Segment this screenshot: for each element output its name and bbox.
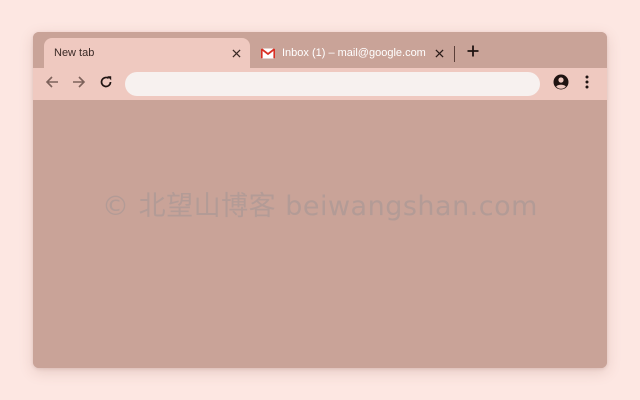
tab-divider <box>454 46 455 62</box>
close-icon[interactable] <box>431 45 447 61</box>
arrow-right-icon <box>72 75 86 94</box>
tab-title: Inbox (1) – mail@google.com <box>282 47 426 59</box>
page-content: © 北望山博客 beiwangshan.com <box>33 100 607 368</box>
profile-button[interactable] <box>551 74 571 94</box>
more-vert-icon <box>585 75 589 94</box>
omnibox-input[interactable] <box>125 72 540 96</box>
arrow-left-icon <box>45 75 59 94</box>
account-circle-icon <box>553 74 569 95</box>
plus-icon <box>467 44 479 62</box>
toolbar <box>33 68 607 100</box>
forward-button[interactable] <box>69 74 89 94</box>
gmail-icon <box>261 47 275 59</box>
tab-title: New tab <box>54 47 95 59</box>
tab-new-tab[interactable]: New tab <box>44 38 250 68</box>
watermark-text: © 北望山博客 beiwangshan.com <box>102 191 538 222</box>
new-tab-button[interactable] <box>463 43 483 63</box>
tab-inbox[interactable]: Inbox (1) – mail@google.com <box>255 38 453 68</box>
browser-window: New tab Inbox (1) – mail@google.com © 北望… <box>33 32 607 368</box>
close-icon[interactable] <box>228 45 244 61</box>
reload-icon <box>99 75 113 94</box>
menu-button[interactable] <box>577 74 597 94</box>
back-button[interactable] <box>42 74 62 94</box>
tab-strip: New tab Inbox (1) – mail@google.com <box>33 32 607 68</box>
reload-button[interactable] <box>96 74 116 94</box>
